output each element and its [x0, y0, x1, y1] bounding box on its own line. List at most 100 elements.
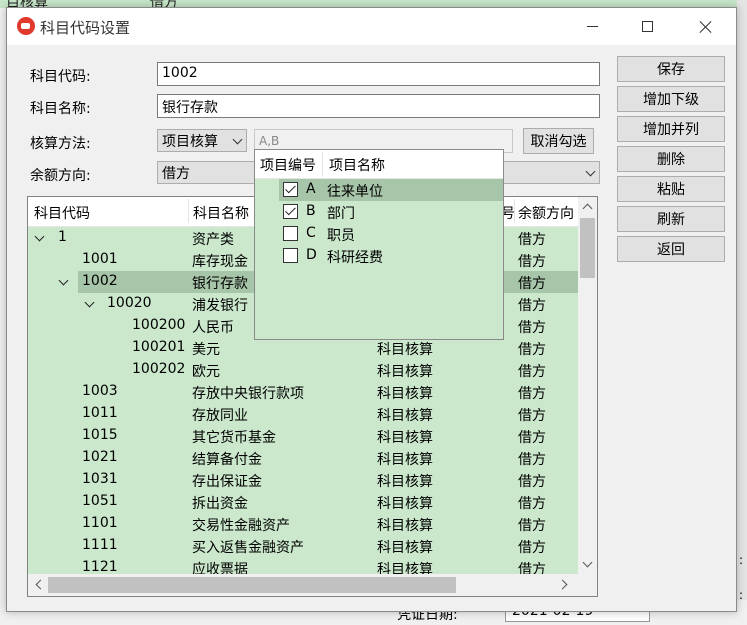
add-sibling-button[interactable]: 增加并列	[617, 116, 725, 142]
row-direction: 借方	[518, 364, 546, 380]
back-button[interactable]: 返回	[617, 236, 725, 262]
row-name: 买入返售金融资产	[192, 540, 304, 556]
row-code: 100201	[132, 339, 186, 355]
row-name: 交易性金融资产	[192, 518, 290, 534]
maximize-icon	[641, 21, 653, 32]
row-name: 美元	[192, 342, 220, 358]
table-row[interactable]: 1051 拆出资金 科目核算 借方	[28, 491, 578, 513]
row-method: 科目核算	[377, 364, 433, 380]
paste-button[interactable]: 粘贴	[617, 176, 725, 202]
row-method: 科目核算	[377, 496, 433, 512]
scroll-down-icon[interactable]	[582, 557, 593, 568]
horizontal-scrollbar[interactable]	[28, 574, 578, 596]
chevron-down-icon	[585, 166, 596, 177]
row-name: 库存现金	[192, 254, 248, 270]
scroll-right-icon[interactable]	[557, 579, 568, 590]
row-code: 1	[58, 229, 67, 245]
header-account-name[interactable]: 科目名称	[193, 203, 249, 223]
checkbox-checked[interactable]	[283, 204, 298, 219]
table-row[interactable]: 1015 其它货币基金 科目核算 借方	[28, 425, 578, 447]
header-balance-direction[interactable]: 余额方向	[518, 203, 574, 223]
row-direction: 借方	[518, 298, 546, 314]
project-item[interactable]: D 科研经费	[255, 245, 503, 267]
chevron-down-icon[interactable]	[34, 231, 45, 242]
account-code-label: 科目代码:	[30, 69, 91, 85]
checkbox-unchecked[interactable]	[283, 226, 298, 241]
row-direction: 借方	[518, 342, 546, 358]
row-code: 100202	[132, 361, 186, 377]
table-row[interactable]: 1003 存放中央银行款项 科目核算 借方	[28, 381, 578, 403]
row-direction: 借方	[518, 540, 546, 556]
save-button[interactable]: 保存	[617, 56, 725, 82]
row-direction: 借方	[518, 320, 546, 336]
row-code: 1121	[82, 559, 118, 575]
horizontal-scroll-thumb[interactable]	[48, 577, 456, 593]
row-method: 科目核算	[377, 386, 433, 402]
table-row[interactable]: 1111 买入返售金融资产 科目核算 借方	[28, 535, 578, 557]
vertical-scroll-thumb[interactable]	[580, 218, 595, 278]
table-row[interactable]: 1031 存出保证金 科目核算 借方	[28, 469, 578, 491]
row-name: 结算备付金	[192, 452, 262, 468]
column-divider	[514, 199, 515, 223]
app-icon	[17, 17, 35, 35]
minimize-icon	[586, 26, 598, 27]
checkbox-checked[interactable]	[283, 182, 298, 197]
row-code: 1051	[82, 493, 118, 509]
row-name: 欧元	[192, 364, 220, 380]
account-code-dialog: 科目代码设置 科目代码: 1002 科目名称: 银行存款 核算方法: 项目核算 …	[6, 7, 737, 612]
header-project-name: 项目名称	[329, 158, 385, 174]
checkbox-unchecked[interactable]	[283, 248, 298, 263]
table-row[interactable]: 100202 欧元 科目核算 借方	[28, 359, 578, 381]
row-name: 银行存款	[192, 276, 248, 292]
chevron-down-icon[interactable]	[84, 297, 95, 308]
row-name: 存出保证金	[192, 474, 262, 490]
minimize-button[interactable]	[569, 8, 615, 45]
project-code: D	[306, 247, 317, 263]
vertical-scrollbar[interactable]	[578, 197, 597, 574]
project-item[interactable]: A 往来单位	[255, 179, 503, 201]
row-code: 1003	[82, 383, 118, 399]
scroll-left-icon[interactable]	[35, 579, 46, 590]
account-code-input[interactable]: 1002	[157, 62, 600, 86]
popup-rows: A 往来单位 B 部门 C 职员 D 科研经费	[255, 179, 503, 267]
row-code: 1021	[82, 449, 118, 465]
row-direction: 借方	[518, 518, 546, 534]
row-method: 科目核算	[377, 474, 433, 490]
row-method: 科目核算	[377, 540, 433, 556]
maximize-button[interactable]	[624, 8, 670, 45]
header-account-code[interactable]: 科目代码	[34, 203, 90, 223]
add-child-button[interactable]: 增加下级	[617, 86, 725, 112]
clear-check-button[interactable]: 取消勾选	[523, 128, 594, 154]
refresh-button[interactable]: 刷新	[617, 206, 725, 232]
close-button[interactable]	[683, 8, 729, 45]
row-name: 浦发银行	[192, 298, 248, 314]
delete-button[interactable]: 删除	[617, 146, 725, 172]
table-row[interactable]: 1021 结算备付金 科目核算 借方	[28, 447, 578, 469]
row-direction: 借方	[518, 386, 546, 402]
project-item[interactable]: C 职员	[255, 223, 503, 245]
project-code: C	[306, 225, 316, 241]
account-name-input[interactable]: 银行存款	[157, 94, 600, 118]
close-icon	[699, 20, 713, 34]
project-check-dropdown[interactable]: 项目编号 项目名称 A 往来单位 B 部门 C 职员 D 科研经费	[254, 149, 504, 340]
row-code: 1001	[82, 251, 118, 267]
row-code: 1101	[82, 515, 118, 531]
row-direction: 借方	[518, 276, 546, 292]
table-row[interactable]: 1011 存放同业 科目核算 借方	[28, 403, 578, 425]
row-direction: 借方	[518, 430, 546, 446]
row-direction: 借方	[518, 254, 546, 270]
row-name: 资产类	[192, 232, 234, 248]
column-divider	[322, 152, 323, 177]
title-bar[interactable]: 科目代码设置	[7, 8, 736, 45]
table-row[interactable]: 100201 美元 科目核算 借方	[28, 337, 578, 359]
table-row[interactable]: 1101 交易性金融资产 科目核算 借方	[28, 513, 578, 535]
project-name: 往来单位	[327, 184, 383, 200]
row-code: 1011	[82, 405, 118, 421]
accounting-method-select[interactable]: 项目核算	[157, 129, 247, 152]
row-direction: 借方	[518, 408, 546, 424]
row-direction: 借方	[518, 474, 546, 490]
scroll-up-icon[interactable]	[582, 203, 593, 214]
project-item[interactable]: B 部门	[255, 201, 503, 223]
chevron-down-icon[interactable]	[58, 275, 69, 286]
chevron-down-icon	[232, 134, 243, 145]
